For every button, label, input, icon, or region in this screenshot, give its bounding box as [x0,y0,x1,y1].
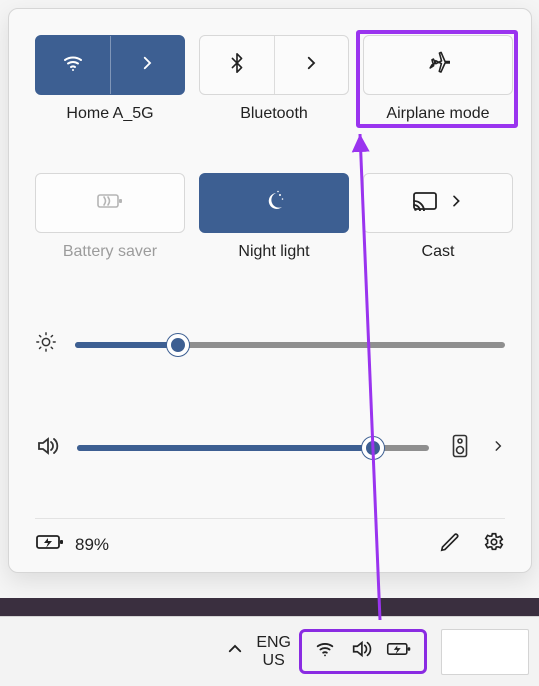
language-top: ENG [256,634,291,652]
brightness-slider-thumb[interactable] [167,334,189,356]
night-light-tile[interactable] [199,173,349,233]
volume-slider[interactable] [77,445,429,451]
bluetooth-tile-wrap: Bluetooth [199,35,349,123]
quick-settings-panel: Home A_5G Bluetooth [8,8,532,573]
brightness-row [35,331,505,358]
chevron-right-icon [448,193,464,214]
desktop-wallpaper-strip [0,598,539,616]
airplane-mode-tile[interactable] [363,35,513,95]
chevron-right-icon[interactable] [491,439,505,458]
night-light-icon [262,189,286,218]
airplane-toggle[interactable] [364,36,512,94]
taskbar-blank-area [441,629,529,675]
wifi-tile-wrap: Home A_5G [35,35,185,123]
language-bottom: US [256,652,291,670]
tray-overflow-button[interactable] [226,640,244,663]
airplane-label: Airplane mode [386,105,489,123]
wifi-icon [61,51,85,80]
battery-saver-icon [96,191,124,216]
volume-row [35,428,505,468]
wifi-label: Home A_5G [66,105,153,123]
wifi-tile[interactable] [35,35,185,95]
bluetooth-toggle[interactable] [200,36,274,94]
wifi-icon [314,638,336,665]
battery-saver-tile [35,173,185,233]
volume-icon [350,638,372,665]
night-light-tile-wrap: Night light [199,173,349,261]
airplane-icon [426,51,450,80]
bluetooth-label: Bluetooth [240,105,308,123]
wifi-toggle[interactable] [36,36,110,94]
cast-icon [412,191,438,216]
edit-quick-settings-button[interactable] [439,531,461,558]
brightness-slider[interactable] [75,342,505,348]
chevron-right-icon [302,54,320,77]
bluetooth-expand-button[interactable] [274,36,349,94]
audio-output-button[interactable] [447,428,473,468]
system-tray[interactable] [299,629,427,674]
language-indicator[interactable]: ENG US [256,634,291,670]
bluetooth-tile[interactable] [199,35,349,95]
taskbar: ENG US [0,616,539,686]
bluetooth-icon [226,52,248,79]
quick-tiles-grid: Home A_5G Bluetooth [35,35,505,261]
chevron-right-icon [138,54,156,77]
wifi-expand-button[interactable] [110,36,185,94]
night-light-label: Night light [238,243,309,261]
battery-percent: 89% [75,535,109,555]
battery-saver-label: Battery saver [63,243,157,261]
panel-footer: 89% [35,518,505,558]
volume-slider-thumb[interactable] [362,437,384,459]
volume-icon [35,434,59,463]
cast-tile[interactable] [363,173,513,233]
battery-charging-icon [386,640,412,663]
battery-status[interactable]: 89% [35,532,109,557]
battery-saver-tile-wrap: Battery saver [35,173,185,261]
settings-button[interactable] [483,531,505,558]
battery-charging-icon [35,532,65,557]
cast-tile-wrap: Cast [363,173,513,261]
brightness-icon [35,331,57,358]
airplane-tile-wrap: Airplane mode [363,35,513,123]
cast-label: Cast [422,243,455,261]
speaker-device-icon [452,434,468,463]
